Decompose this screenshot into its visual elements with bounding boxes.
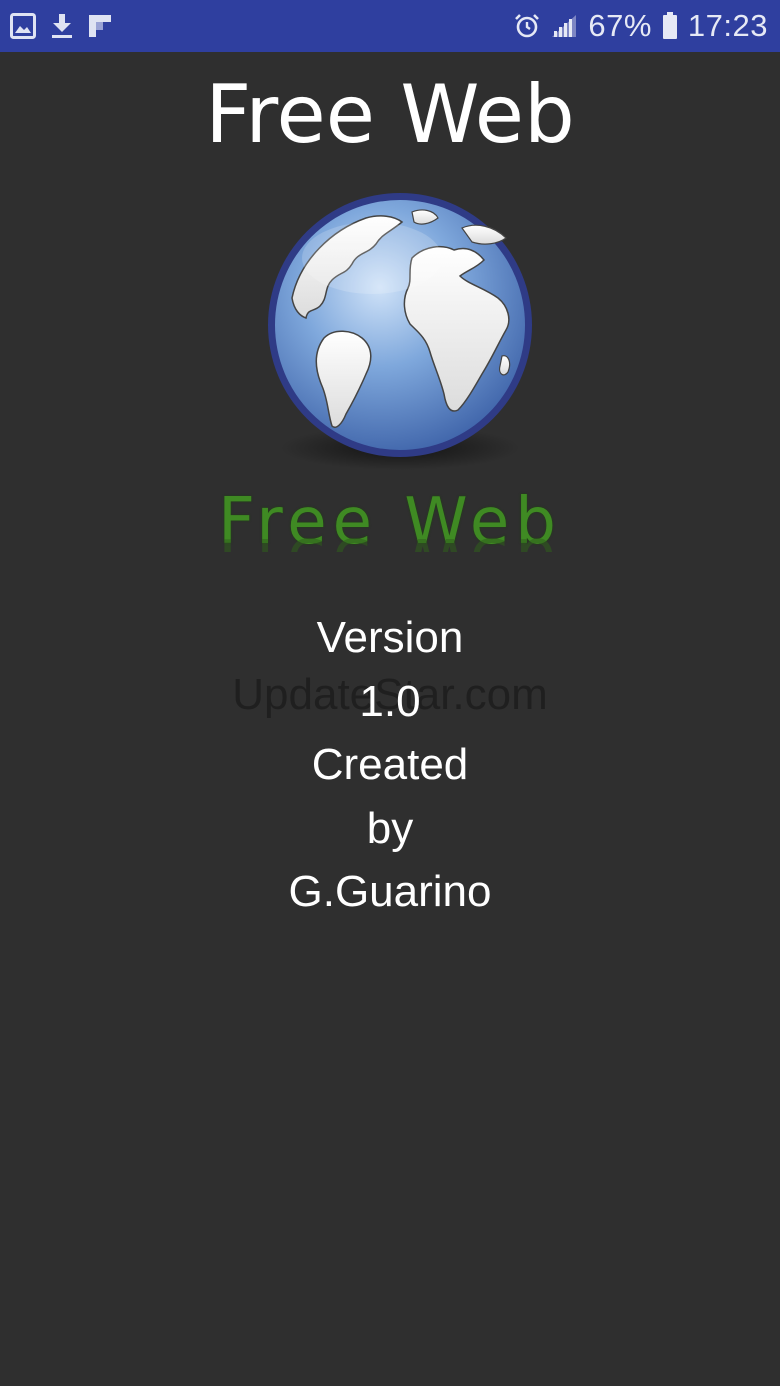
globe-logo-icon [262, 188, 538, 478]
download-icon [50, 13, 74, 39]
by-label: by [366, 803, 414, 853]
created-label: Created [311, 740, 469, 789]
logo-wordmark-reflection: Free Web [0, 524, 780, 552]
version-label: Version [316, 613, 464, 662]
author-name: G.Guarino [288, 867, 492, 916]
status-bar: 67% 17:23 [0, 0, 780, 52]
alarm-icon [514, 13, 540, 39]
image-icon [10, 13, 36, 39]
logo-reflection-text: Free Web [0, 524, 780, 552]
clock: 17:23 [687, 8, 768, 43]
notification-icons [10, 12, 112, 40]
battery-percent: 67% [588, 8, 652, 43]
battery-icon [662, 12, 678, 40]
version-number: 1.0 [359, 676, 421, 726]
flipboard-icon [88, 14, 112, 38]
signal-icon [550, 13, 578, 39]
system-indicators: 67% 17:23 [514, 0, 768, 52]
app-title: Free Web [205, 68, 575, 161]
version-info: Version 1.0 Created by G.Guarino [0, 606, 780, 924]
